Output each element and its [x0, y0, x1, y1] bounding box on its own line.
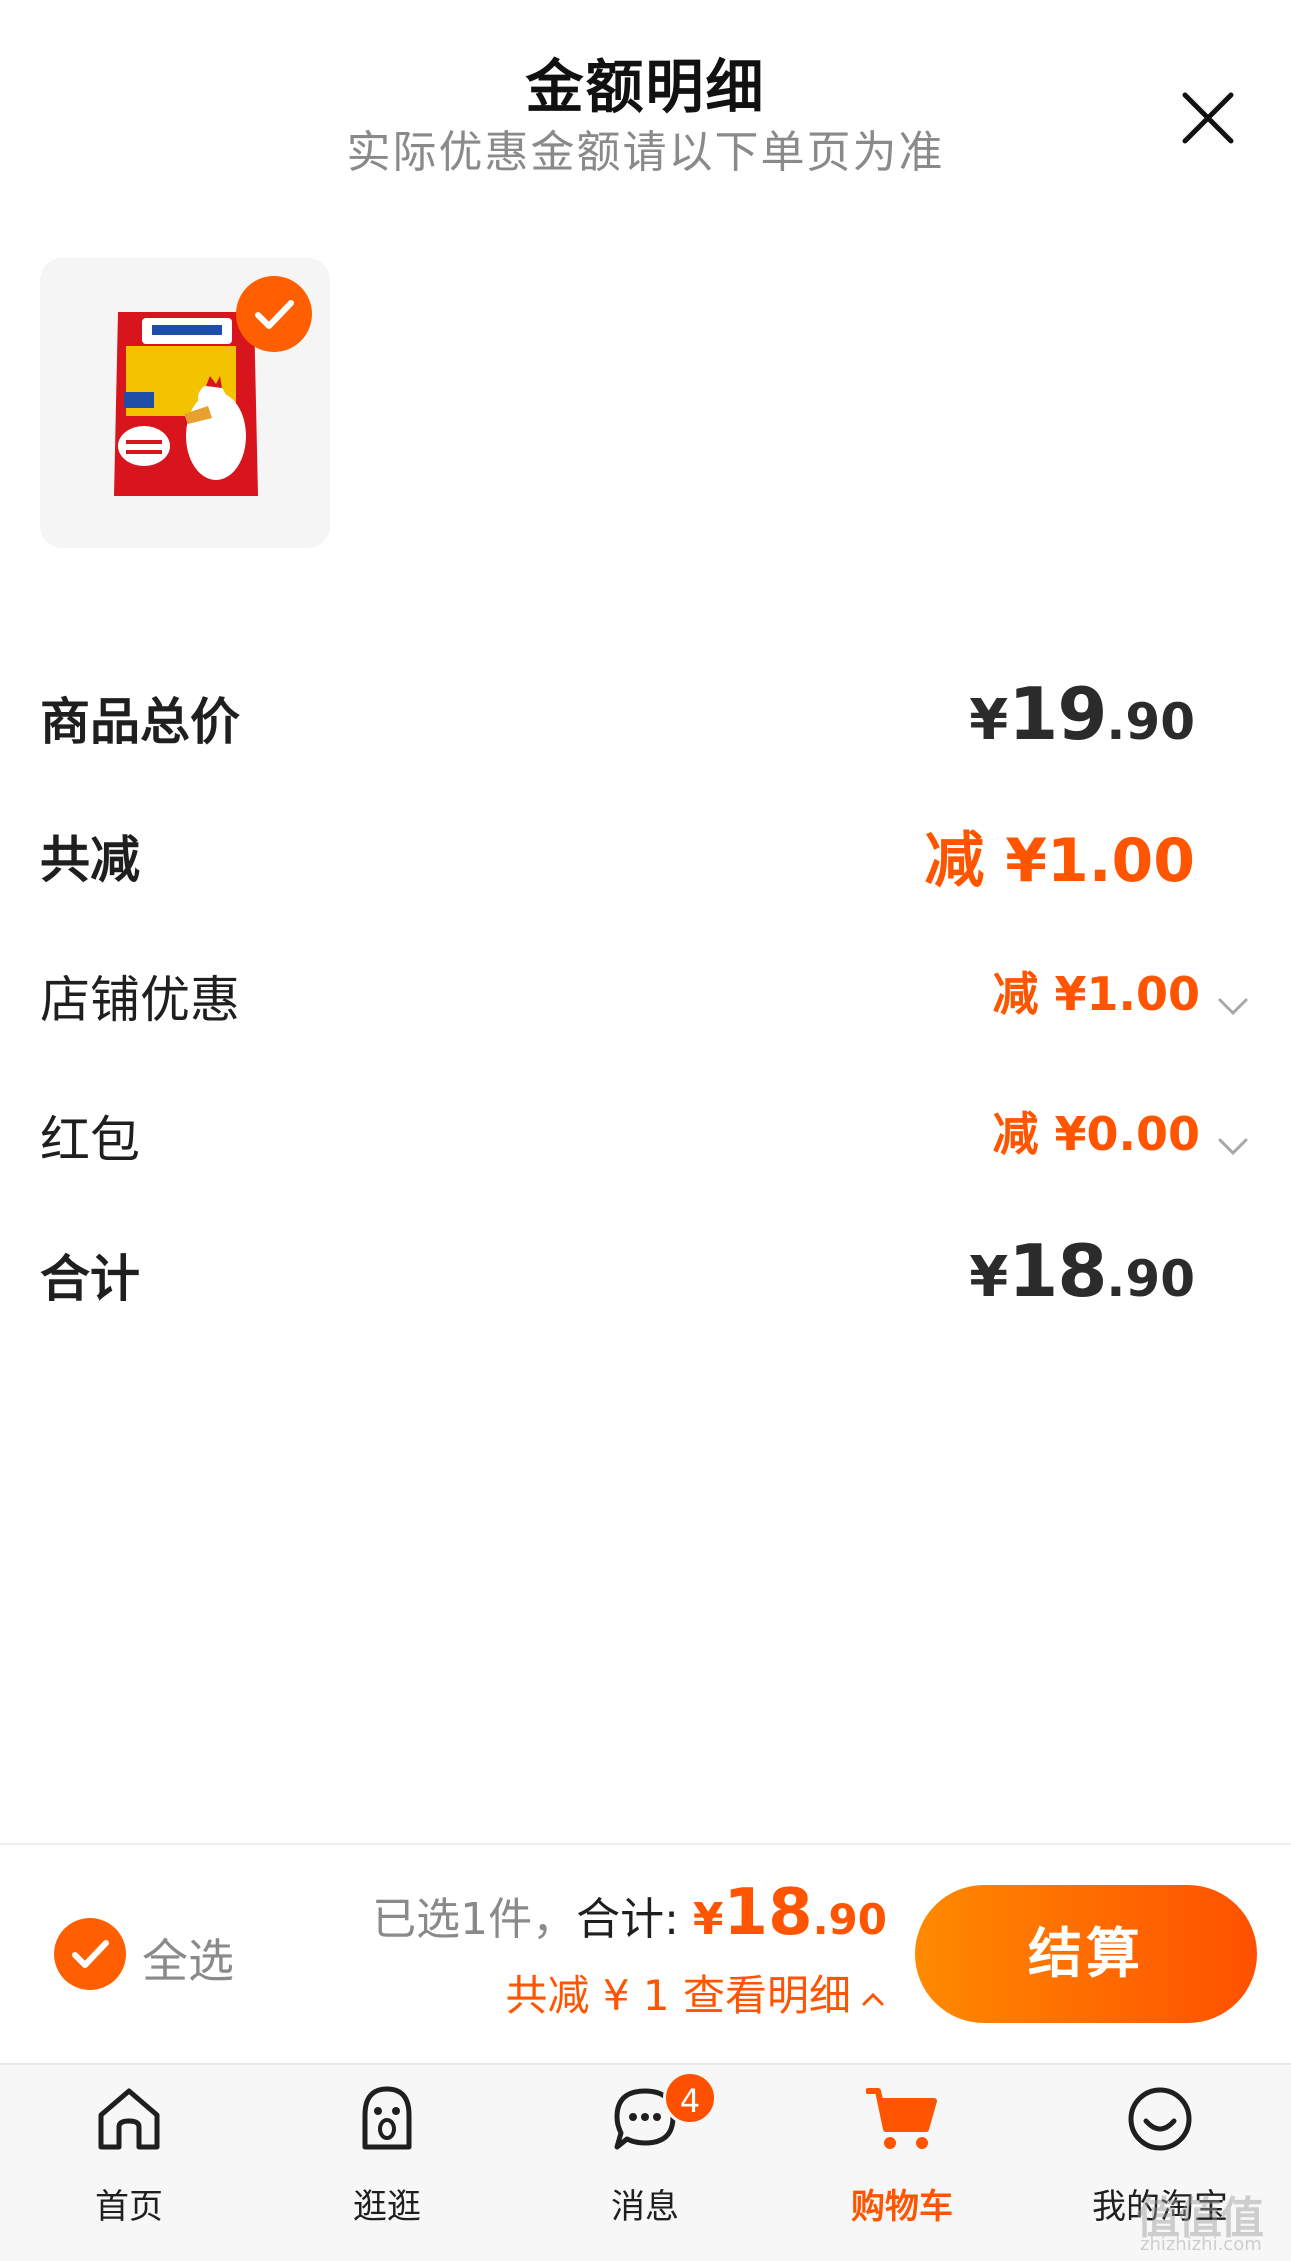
- tab-messages-label: 消息: [611, 2187, 679, 2227]
- message-count-badge: 4: [663, 2071, 717, 2125]
- total-row: 合计 ¥18.90: [40, 1227, 1250, 1313]
- checkout-total-amount: ¥18.90: [692, 1876, 887, 1950]
- checkout-total-dec: .90: [812, 1895, 887, 1944]
- sheet-subtitle: 实际优惠金额请以下单页为准: [346, 127, 945, 178]
- sheet-title: 金额明细: [525, 53, 766, 121]
- red-packet-row[interactable]: 红包 减 ¥0.00: [40, 1088, 1250, 1169]
- view-discount-detail-link[interactable]: 共减 ¥ 1 查看明细: [506, 1962, 888, 2023]
- select-all-check-icon[interactable]: [54, 1918, 126, 1990]
- subtotal-int: 19: [1008, 672, 1107, 756]
- subtotal-dec: .90: [1106, 693, 1195, 751]
- tab-browse-label: 逛逛: [353, 2187, 421, 2227]
- subtotal-row: 商品总价 ¥19.90: [40, 670, 1250, 756]
- total-discount-row: 共减 减 ¥1.00: [40, 808, 1250, 896]
- select-all-label[interactable]: 全选: [142, 1925, 234, 1991]
- home-icon: [98, 2088, 160, 2150]
- store-discount-row[interactable]: 店铺优惠 减 ¥1.00: [40, 948, 1250, 1029]
- tab-cart-label: 购物车: [851, 2187, 953, 2227]
- discount-detail-text: 共减 ¥ 1 查看明细: [505, 1971, 852, 2020]
- selected-count-text: 已选1件，: [372, 1894, 577, 1945]
- checkout-total-label: 合计:: [576, 1894, 679, 1945]
- cart-icon: [866, 2088, 937, 2149]
- watermark-logo: 值值值 zhizhizhi.com: [1136, 2182, 1286, 2256]
- chevron-up-icon: [862, 1992, 884, 2005]
- close-icon[interactable]: [1175, 85, 1241, 151]
- tab-browse[interactable]: 逛逛: [287, 2083, 487, 2253]
- tab-home-label: 首页: [95, 2187, 163, 2227]
- store-discount-amount: 减 ¥1.00: [992, 967, 1200, 1021]
- tab-messages[interactable]: 4 消息: [545, 2071, 745, 2253]
- store-discount-label: 店铺优惠: [40, 971, 240, 1029]
- browse-icon: [362, 2086, 412, 2150]
- amount-detail-sheet: 金额明细 实际优惠金额请以下单页为准 商品总价 ¥19.90 共减 减 ¥1.0…: [0, 0, 1291, 1843]
- total-int: 18: [1008, 1229, 1107, 1313]
- checkout-total-int: 18: [723, 1876, 813, 1950]
- subtotal-amount: ¥19.90: [969, 672, 1195, 756]
- red-packet-label: 红包: [40, 1111, 140, 1169]
- bottom-tab-bar: 首页 逛逛 4 消息 购物车 我的淘宝: [0, 2063, 1291, 2261]
- watermark-url: zhizhizhi.com: [1140, 2234, 1262, 2255]
- total-dec: .90: [1106, 1250, 1195, 1308]
- subtotal-label: 商品总价: [40, 693, 240, 751]
- red-packet-amount: 减 ¥0.00: [992, 1107, 1200, 1161]
- profile-icon: [1128, 2087, 1192, 2151]
- store-discount-value-wrap: 减 ¥1.00: [992, 958, 1250, 1024]
- red-packet-value-wrap: 减 ¥0.00: [992, 1098, 1250, 1164]
- tab-home[interactable]: 首页: [29, 2083, 229, 2253]
- subtotal-yen: ¥: [969, 688, 1009, 753]
- total-label: 合计: [40, 1250, 140, 1308]
- checkout-summary: 已选1件，合计: ¥18.90: [372, 1876, 887, 1950]
- tab-cart[interactable]: 购物车: [802, 2083, 1002, 2253]
- total-yen: ¥: [969, 1245, 1009, 1310]
- chevron-down-icon[interactable]: [1216, 989, 1250, 1023]
- product-thumbnail[interactable]: [40, 258, 330, 548]
- total-amount: ¥18.90: [969, 1229, 1195, 1313]
- total-discount-amount: 减 ¥1.00: [924, 826, 1195, 896]
- product-selected-check-icon[interactable]: [236, 276, 312, 352]
- product-package-image: [114, 312, 258, 496]
- total-discount-label: 共减: [40, 831, 140, 889]
- checkout-total-yen: ¥: [692, 1894, 724, 1945]
- checkout-button[interactable]: 结算: [915, 1885, 1257, 2023]
- chevron-down-icon[interactable]: [1216, 1129, 1250, 1163]
